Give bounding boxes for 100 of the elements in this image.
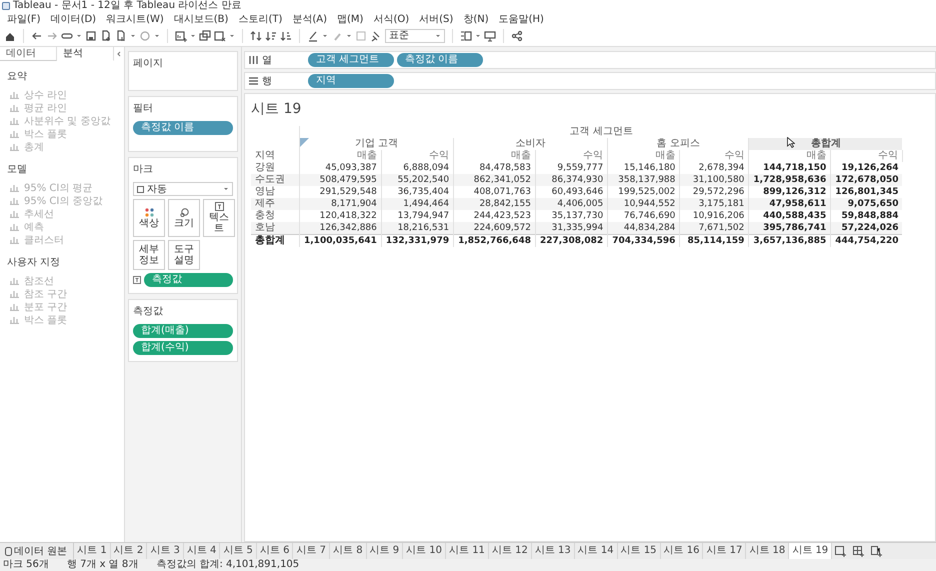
column-header: 매출 [608, 150, 680, 162]
analytics-item: 95% CI의 평균 [24, 182, 93, 194]
table-cell: 1,728,958,636 [748, 174, 831, 186]
menu-item[interactable]: 스토리(T) [233, 12, 288, 26]
menu-item[interactable]: 데이터(D) [46, 12, 102, 26]
marks-button[interactable]: 크기 [168, 199, 200, 237]
caret-icon[interactable] [76, 33, 82, 39]
row-header: 지역 [251, 150, 300, 162]
bar-chart-icon [10, 129, 19, 138]
table-cell: 18,216,531 [381, 222, 454, 234]
share-icon[interactable] [511, 30, 523, 42]
card-title: 마크 [133, 163, 154, 176]
window-title: Tableau - 문서1 - 12일 후 Tableau 라이선스 만료 [13, 0, 242, 12]
swap-icon[interactable] [250, 30, 262, 42]
caret-icon[interactable] [229, 33, 235, 39]
table-cell: 126,342,886 [300, 222, 382, 234]
menu-item[interactable]: 대시보드(B) [168, 12, 234, 26]
bar-chart-icon [10, 209, 19, 218]
new-sheet-icon[interactable] [175, 30, 187, 42]
row-label: 호남 [251, 222, 300, 234]
caret-icon[interactable] [346, 33, 352, 39]
panel-tab[interactable]: 데이터 [0, 47, 57, 61]
analytics-item: 평균 라인 [24, 102, 68, 114]
table-cell: 3,175,181 [680, 198, 749, 210]
caret-icon[interactable] [154, 33, 160, 39]
column-header: 수익 [680, 150, 749, 162]
menu-item[interactable]: 도움말(H) [494, 12, 549, 26]
table-cell: 704,334,596 [608, 234, 680, 247]
caret-icon[interactable] [475, 33, 481, 39]
caret-icon[interactable] [130, 33, 136, 39]
status-text: 마크 56개 [3, 559, 49, 571]
save-icon[interactable] [85, 30, 97, 42]
new-dashboard-icon[interactable] [853, 545, 866, 557]
table-cell: 10,944,552 [608, 198, 680, 210]
section-title: 사용자 지정 [7, 256, 62, 269]
marks-button[interactable]: 도구 설명 [168, 240, 200, 270]
analytics-item: 총계 [24, 140, 44, 154]
table-cell: 1,852,766,648 [454, 234, 536, 247]
menu-item[interactable]: 창(N) [458, 12, 494, 26]
menu-item[interactable]: 워크시트(W) [101, 12, 169, 26]
text-mark-icon [133, 276, 141, 284]
section-title: 모델 [7, 163, 28, 176]
sheet-tab[interactable]: 시트 19 [789, 543, 832, 559]
text-mark-icon [137, 186, 144, 192]
table-cell: 862,341,052 [454, 174, 536, 186]
new-sheet-icon[interactable] [835, 545, 848, 557]
menu-item[interactable]: 맵(M) [332, 12, 368, 26]
analytics-item: 박스 플롯 [24, 314, 68, 326]
column-header[interactable]: 기업 고객 [300, 138, 454, 150]
mark-type-select[interactable]: 자동 [133, 182, 233, 196]
table-cell: 31,335,994 [535, 222, 608, 234]
analytics-item: 참조선 [24, 274, 54, 288]
column-header: 매출 [300, 150, 382, 162]
bar-chart-icon [10, 142, 19, 151]
fit-select[interactable]: 표준 [385, 29, 445, 43]
menu-item[interactable]: 파일(F) [2, 12, 46, 26]
menu-item[interactable]: 서식(O) [368, 12, 414, 26]
caret-icon[interactable] [322, 33, 328, 39]
analytics-item: 95% CI의 중앙값 [24, 194, 103, 208]
home-icon[interactable] [4, 30, 16, 42]
analytics-item: 추세선 [24, 208, 54, 220]
table-cell: 1,100,035,641 [300, 234, 382, 247]
menu-item[interactable]: 분석(A) [287, 12, 332, 26]
table-cell: 44,834,284 [608, 222, 680, 234]
marks-button[interactable]: 텍스트 [203, 199, 235, 237]
sort-ascending-icon[interactable] [265, 30, 277, 42]
marks-button[interactable]: 세부 정보 [133, 240, 165, 270]
caret-icon[interactable] [190, 33, 196, 39]
new-datasource-icon[interactable] [100, 30, 112, 42]
bar-chart-icon [10, 222, 19, 231]
table-cell: 3,657,136,885 [748, 234, 831, 247]
marks-button[interactable]: 색상 [133, 199, 165, 237]
section-title: 요약 [7, 70, 28, 83]
database-icon [5, 546, 12, 556]
column-header[interactable]: 소비자 [454, 138, 608, 150]
bar-chart-icon [10, 302, 19, 311]
row-label: 강원 [251, 162, 300, 174]
clear-sheet-icon[interactable] [214, 30, 226, 42]
analytics-item: 상수 라인 [24, 88, 68, 102]
bar-chart-icon [10, 90, 19, 99]
table-cell: 358,137,988 [608, 174, 680, 186]
row-label: 영남 [251, 186, 300, 198]
show-cards-icon[interactable] [460, 30, 472, 42]
table-cell: 508,479,595 [300, 174, 382, 186]
new-story-icon[interactable] [871, 545, 884, 557]
sort-descending-icon[interactable] [280, 30, 292, 42]
app-icon [2, 2, 10, 10]
table-cell: 8,171,904 [300, 198, 382, 210]
presentation-icon[interactable] [484, 30, 496, 42]
table-cell: 395,786,741 [748, 222, 831, 234]
duplicate-icon[interactable] [199, 30, 211, 42]
menu-item[interactable]: 서버(S) [414, 12, 458, 26]
text-icon [214, 202, 224, 211]
highlight-icon[interactable] [307, 30, 319, 42]
column-header[interactable]: 총합계 [748, 138, 902, 150]
column-header: 수익 [381, 150, 454, 162]
column-header: 수익 [535, 150, 608, 162]
cursor-icon [787, 137, 796, 148]
table-cell: 132,331,979 [381, 234, 454, 247]
back-arrow-icon[interactable] [31, 30, 43, 42]
